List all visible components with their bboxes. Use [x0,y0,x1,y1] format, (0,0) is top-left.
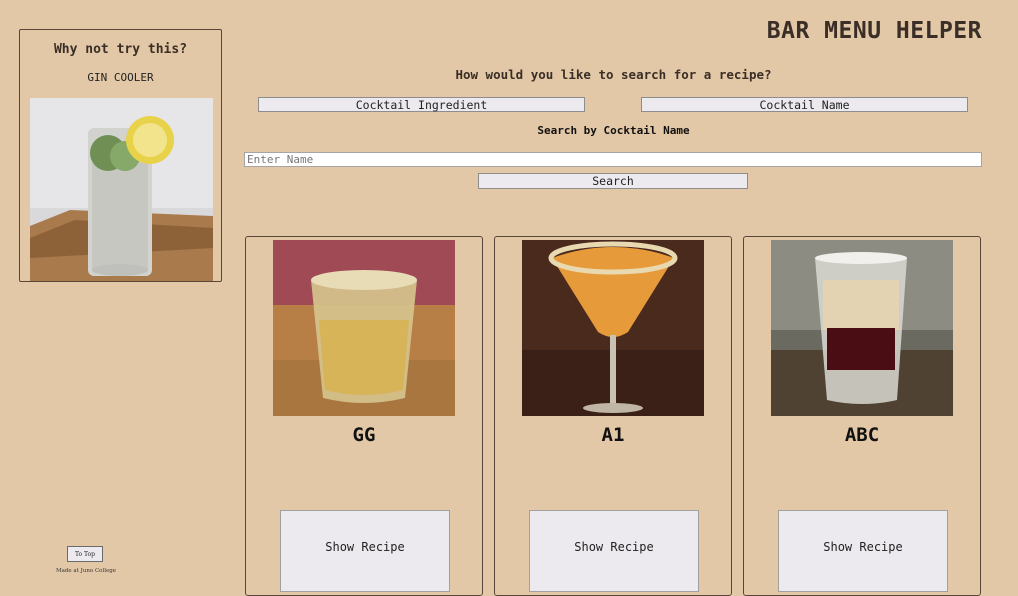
drink-card: GG Show Recipe [245,236,483,596]
search-input[interactable] [244,152,982,167]
show-recipe-button[interactable]: Show Recipe [529,510,699,592]
drink-name: A1 [601,424,625,446]
app-title: BAR MENU HELPER [766,18,982,44]
drink-name: GG [352,424,376,446]
drink-photo [771,240,953,416]
drink-card: ABC Show Recipe [743,236,981,596]
show-recipe-button[interactable]: Show Recipe [280,510,450,592]
search-question: How would you like to search for a recip… [455,67,772,82]
suggestion-card: Why not try this? GIN COOLER [19,29,222,282]
active-search-mode-label: Search by Cocktail Name [537,124,690,137]
footer-credit: Made at Juno College [55,568,117,574]
suggestion-heading: Why not try this? [53,42,188,57]
drink-card: A1 Show Recipe [494,236,732,596]
show-recipe-button[interactable]: Show Recipe [778,510,948,592]
drink-photo [273,240,455,416]
suggestion-drink-name: GIN COOLER [87,71,154,84]
search-by-ingredient-button[interactable]: Cocktail Ingredient [258,97,585,112]
drink-name: ABC [844,424,880,446]
search-by-name-button[interactable]: Cocktail Name [641,97,968,112]
to-top-button[interactable]: To Top [67,546,103,562]
gin-cooler-photo [30,98,213,281]
drink-photo [522,240,704,416]
search-button[interactable]: Search [478,173,748,189]
